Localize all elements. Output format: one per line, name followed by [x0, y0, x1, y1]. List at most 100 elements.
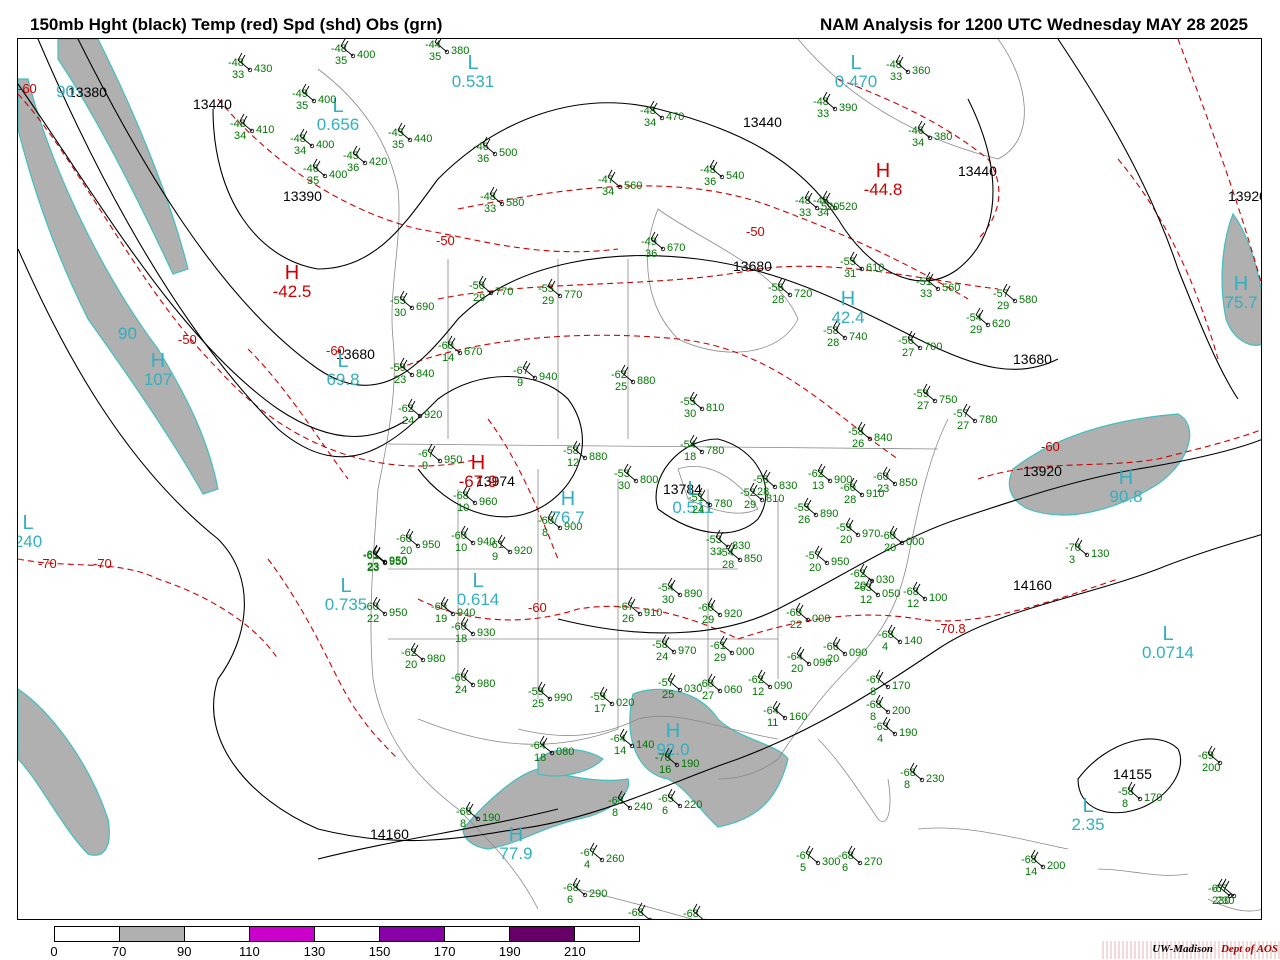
ob-dewpoint-depression: 26	[622, 613, 634, 625]
ob-dewpoint-depression: 13	[812, 480, 824, 492]
center-letter: L	[1082, 795, 1093, 817]
ob-height: 950	[444, 454, 462, 466]
station-ob: -68290	[683, 903, 706, 919]
station-ob: -5925 990	[528, 681, 572, 710]
map-canvas: 13380134401339013440134401368013680 13680…	[18, 39, 1261, 920]
ob-height: 230	[926, 773, 944, 785]
station-ob: -5812 880	[563, 440, 607, 469]
north-america-outline	[317, 68, 539, 910]
center-letter: H	[561, 488, 575, 510]
ob-dewpoint-depression: 200	[1202, 762, 1220, 774]
ob-height: 000	[812, 613, 830, 625]
center-value: 107	[144, 370, 172, 389]
ob-height: 000	[906, 536, 924, 548]
station-ob: -4535 440	[388, 122, 432, 151]
ob-dewpoint-depression: 29	[744, 499, 756, 511]
temperature-label: -50	[746, 224, 765, 239]
ob-height: 960	[479, 496, 497, 508]
station-circle	[704, 918, 706, 919]
ob-height: 050	[882, 588, 900, 600]
station-ob: -6220 980	[401, 642, 445, 671]
station-ob: -5627 700	[898, 330, 942, 359]
ob-height: 190	[899, 727, 917, 739]
ob-height: 090	[849, 647, 867, 659]
station-ob: -6024 980	[451, 667, 495, 696]
scale-tick-label: 210	[564, 944, 586, 959]
station-ob: -5628 720	[768, 277, 812, 306]
ob-height: 160	[789, 711, 807, 723]
center-value: 0.470	[835, 72, 878, 91]
ob-dewpoint-depression: 18	[534, 752, 546, 764]
ob-dewpoint-depression: 34	[234, 130, 246, 142]
ob-height: 400	[329, 169, 347, 181]
height-label: 13680	[1013, 351, 1052, 367]
ob-height: 470	[666, 111, 684, 123]
ob-dewpoint-depression: 12	[752, 686, 764, 698]
ob-dewpoint-depression: 20	[791, 663, 803, 675]
ob-height: 700	[924, 341, 942, 353]
ob-height: 260	[606, 853, 624, 865]
temp-contour	[267, 558, 399, 760]
ob-height: 950	[389, 555, 407, 567]
ob-height: 560	[624, 180, 642, 192]
ob-dewpoint-depression: 4	[882, 641, 888, 653]
station-ob: -5917 020	[590, 686, 634, 715]
height-label: 13440	[743, 114, 782, 130]
ob-dewpoint-depression: 11	[767, 717, 778, 729]
ob-height: 540	[726, 170, 744, 182]
ob-height: 770	[495, 286, 513, 298]
scale-swatch	[445, 927, 510, 941]
station-ob: -4835 400	[331, 39, 375, 67]
ob-dewpoint-depression: 14	[442, 352, 454, 364]
ob-dewpoint-depression: 8	[1122, 798, 1128, 810]
station-ob: -5529 770	[538, 278, 582, 307]
ob-dewpoint-depression: 17	[594, 703, 606, 715]
credit-label: UW-Madison Dept of AOS	[1152, 943, 1278, 955]
ob-dewpoint-depression: 27	[957, 420, 969, 432]
temperature-contours	[18, 39, 1261, 760]
station-ob: -4635 400	[303, 158, 347, 187]
scale-swatch	[315, 927, 380, 941]
ob-dewpoint-depression: 28	[757, 486, 769, 498]
ob-dewpoint-depression: 28	[772, 294, 784, 306]
ob-height: 520	[839, 201, 857, 213]
ob-height: 800	[640, 474, 658, 486]
ob-height: 430	[254, 63, 272, 75]
ob-height: 920	[514, 545, 532, 557]
center-value: 75.7	[1224, 293, 1257, 312]
speed-label: 90	[118, 324, 137, 343]
ob-dewpoint-depression: 290	[632, 919, 650, 920]
ob-height: 170	[892, 680, 910, 692]
ob-height: 360	[912, 65, 930, 77]
cuba	[917, 827, 1069, 850]
ob-height: 140	[636, 739, 654, 751]
ob-height: 830	[779, 480, 797, 492]
station-ob: -588 170	[1118, 781, 1162, 810]
center-letter: L	[337, 350, 348, 372]
ob-dewpoint-depression: 25	[532, 698, 544, 710]
ob-dewpoint-depression: 33	[817, 108, 829, 120]
ob-height: 140	[904, 635, 922, 647]
ob-dewpoint-depression: 36	[704, 176, 716, 188]
ob-height: 060	[724, 684, 742, 696]
station-ob: -6224 920	[398, 398, 442, 427]
height-label: 13440	[958, 163, 997, 179]
center-letter: L	[1162, 623, 1173, 645]
ob-height: 580	[506, 197, 524, 209]
center-letter: H	[471, 452, 485, 474]
ob-dewpoint-depression: 6	[662, 805, 668, 817]
ob-dewpoint-depression: 8	[870, 686, 876, 698]
ob-height: 780	[714, 498, 732, 510]
station-ob: -688 240	[608, 790, 652, 819]
ob-dewpoint-depression: 20	[809, 562, 821, 574]
temperature-label: -50	[178, 332, 197, 347]
ob-height: 900	[564, 521, 582, 533]
ob-height: 850	[899, 477, 917, 489]
station-ob: -688 200	[866, 694, 910, 723]
ob-dewpoint-depression: 10	[457, 502, 469, 514]
station-ob: -4634 380	[908, 120, 952, 149]
ob-dewpoint-depression: 9	[517, 377, 523, 389]
center-value: 69.8	[326, 370, 359, 389]
station-ob: -5029 770	[469, 275, 513, 304]
ob-dewpoint-depression: 33	[232, 69, 244, 81]
